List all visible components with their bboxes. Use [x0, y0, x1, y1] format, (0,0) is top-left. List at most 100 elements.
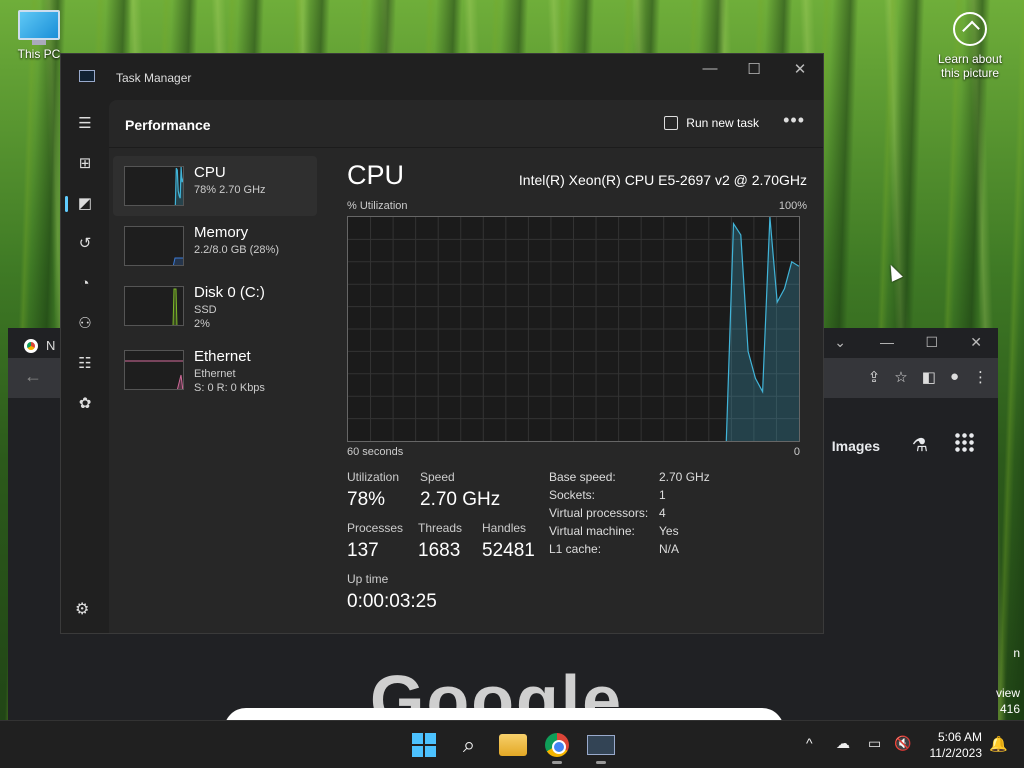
- resource-sub: 2.2/8.0 GB (28%): [194, 244, 279, 256]
- utilization-max-label: 100%: [778, 200, 807, 212]
- start-windows-icon[interactable]: [410, 731, 438, 759]
- settings-gear-icon[interactable]: ⚙: [75, 599, 89, 619]
- show-hidden-icons-chevron[interactable]: ^: [806, 735, 813, 751]
- minimize-button[interactable]: —: [880, 334, 894, 350]
- profile-icon[interactable]: ●: [950, 368, 959, 386]
- spec-key: Sockets:: [549, 488, 596, 502]
- volume-muted-icon[interactable]: 🔇: [894, 735, 911, 752]
- stat-label: Up time: [347, 572, 389, 586]
- chrome-tab[interactable]: N: [24, 338, 55, 353]
- run-new-task-button[interactable]: Run new task: [664, 116, 759, 130]
- time-end-label: 0: [793, 446, 800, 458]
- processes-icon[interactable]: ⊞: [75, 154, 95, 174]
- spec-row: Virtual processors: 4: [549, 506, 710, 524]
- spec-value: 2.70 GHz: [659, 470, 710, 484]
- resource-sub: 2%: [194, 318, 210, 330]
- apps-grid-icon[interactable]: [954, 432, 974, 452]
- spec-value: 1: [659, 488, 666, 502]
- desktop-side-text-3: 416: [999, 702, 1020, 716]
- learn-about-picture-icon[interactable]: Learn about this picture: [930, 12, 1010, 80]
- share-icon[interactable]: ⇪: [868, 368, 881, 386]
- chrome-tab-title: N: [46, 338, 56, 353]
- spec-row: Base speed: 2.70 GHz: [549, 470, 710, 488]
- stat-value: 0:00:03:25: [347, 591, 437, 612]
- page-title: Performance: [125, 117, 211, 133]
- resource-item-ethernet[interactable]: Ethernet Ethernet S: 0 R: 0 Kbps: [113, 336, 317, 408]
- task-manager-titlebar: Task Manager — ☐ ✕: [61, 54, 823, 100]
- handles-stat: Handles 52481: [482, 521, 535, 562]
- spec-row: Sockets: 1: [549, 488, 710, 506]
- spec-value: N/A: [659, 542, 680, 556]
- run-task-icon: [664, 116, 679, 130]
- resource-sub: 78% 2.70 GHz: [194, 184, 266, 196]
- close-button[interactable]: ✕: [970, 334, 982, 351]
- threads-stat: Threads 1683: [418, 521, 462, 562]
- time-span-label: 60 seconds: [347, 446, 404, 458]
- details-icon[interactable]: ☷: [75, 354, 95, 374]
- back-arrow-icon[interactable]: ←: [24, 366, 42, 387]
- resource-name: Ethernet: [194, 348, 251, 365]
- resource-sub: S: 0 R: 0 Kbps: [194, 382, 265, 394]
- side-panel-icon[interactable]: ◧: [922, 368, 936, 386]
- resource-sub: Ethernet: [194, 368, 236, 380]
- spec-row: Virtual machine: Yes: [549, 524, 710, 542]
- spec-key: Virtual processors:: [549, 506, 649, 520]
- file-explorer-icon[interactable]: [499, 731, 527, 759]
- speed-stat: Speed 2.70 GHz: [420, 470, 500, 511]
- ethernet-thumbnail: [124, 350, 184, 390]
- nav-rail: ☰ ⊞ ◩ ↺ ◔ ⚇ ☷ ✿ ⚙: [61, 100, 109, 633]
- images-link[interactable]: Images: [832, 438, 880, 454]
- spec-value: Yes: [659, 524, 679, 538]
- search-icon[interactable]: ⌕: [455, 731, 483, 759]
- window-title: Task Manager: [116, 71, 192, 85]
- minimize-button[interactable]: —: [695, 60, 725, 77]
- task-manager-taskbar-icon[interactable]: [587, 731, 615, 759]
- more-options-button[interactable]: •••: [783, 110, 805, 131]
- resource-name: Memory: [194, 224, 249, 241]
- stat-value: 52481: [482, 540, 535, 561]
- task-manager-app-icon: [79, 70, 95, 82]
- memory-thumbnail: [124, 226, 184, 266]
- app-history-icon[interactable]: ↺: [75, 234, 95, 254]
- startup-apps-icon[interactable]: ◔: [75, 274, 95, 294]
- monitor-icon: [18, 10, 60, 40]
- this-pc-label: This PC: [17, 47, 61, 61]
- kebab-menu-icon[interactable]: ⋮: [973, 368, 988, 386]
- network-icon[interactable]: ▭: [868, 735, 881, 752]
- spec-value: 4: [659, 506, 666, 520]
- utilization-axis-label: % Utilization: [347, 200, 408, 212]
- disk-thumbnail: [124, 286, 184, 326]
- desktop-side-text-2: view: [995, 686, 1020, 700]
- resource-item-cpu[interactable]: CPU 78% 2.70 GHz: [113, 156, 317, 216]
- services-icon[interactable]: ✿: [75, 394, 95, 414]
- cpu-thumbnail: [124, 166, 184, 206]
- nav-active-indicator: [65, 196, 68, 212]
- labs-flask-icon[interactable]: ⚗: [912, 435, 928, 456]
- mouse-cursor-icon: [885, 262, 903, 282]
- processes-stat: Processes 137: [347, 521, 403, 562]
- chevron-down-icon[interactable]: ⌄: [834, 334, 846, 351]
- clock[interactable]: 5:06 AM 11/2/2023: [930, 729, 983, 761]
- maximize-button[interactable]: ☐: [739, 60, 769, 78]
- stat-value: 137: [347, 540, 379, 561]
- this-pc-desktop-icon[interactable]: This PC: [14, 10, 64, 61]
- onedrive-cloud-icon[interactable]: ☁: [836, 735, 850, 752]
- stat-value: 78%: [347, 489, 386, 510]
- resource-item-disk[interactable]: Disk 0 (C:) SSD 2%: [113, 276, 317, 336]
- learn-picture-icon: [953, 12, 987, 46]
- desktop-side-text-1: n: [1013, 646, 1020, 660]
- run-new-task-label: Run new task: [686, 116, 759, 130]
- notification-bell-icon[interactable]: 🔔: [989, 735, 1008, 753]
- stat-value: 2.70 GHz: [420, 489, 501, 510]
- users-icon[interactable]: ⚇: [75, 314, 95, 334]
- spec-key: L1 cache:: [549, 542, 602, 556]
- stat-label: Speed: [420, 470, 455, 484]
- star-icon[interactable]: ☆: [894, 368, 907, 386]
- close-button[interactable]: ✕: [785, 60, 815, 78]
- hamburger-menu-icon[interactable]: ☰: [75, 114, 95, 134]
- performance-icon[interactable]: ◩: [75, 194, 95, 214]
- maximize-button[interactable]: ☐: [925, 334, 938, 351]
- clock-date: 11/2/2023: [929, 746, 983, 760]
- chrome-taskbar-icon[interactable]: [543, 731, 571, 759]
- resource-item-memory[interactable]: Memory 2.2/8.0 GB (28%): [113, 216, 317, 276]
